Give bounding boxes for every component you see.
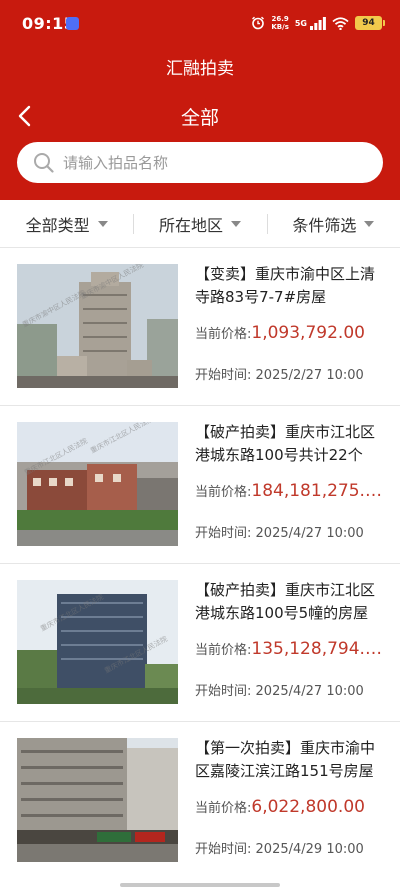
start-time-value: 2025/2/27 10:00 [255,368,364,383]
search-bar[interactable] [17,142,383,183]
status-icons: 26.9 KB/s 5G 94 [251,13,385,33]
list-item[interactable]: 【第一次拍卖】重庆市渝中区嘉陵江滨江路151号房屋 当前价格: 6,022,80… [0,722,400,880]
net-speed: 26.9 KB/s [271,15,288,31]
filter-region-label: 所在地区 [158,215,223,235]
item-thumbnail: 重庆市江北区人民法院 重庆市江北区人民法院 [17,422,178,546]
price-label: 当前价格: [195,643,252,658]
network-type: 5G [294,18,307,28]
item-title: 【第一次拍卖】重庆市渝中区嘉陵江滨江路151号房屋 [195,739,376,780]
home-indicator[interactable] [120,883,280,887]
item-title: 【变卖】重庆市渝中区上清寺路83号7-7#房屋 [195,265,376,306]
start-time-label: 开始时间: [195,684,252,699]
filter-type-label: 全部类型 [25,215,90,235]
item-thumbnail [17,738,178,862]
search-icon [33,152,55,174]
caret-down-icon [97,220,108,227]
search-input[interactable] [63,153,363,172]
item-title: 【破产拍卖】重庆市江北区港城东路100号共计22个 [195,423,376,464]
battery-icon: 94 [355,16,385,30]
net-speed-unit: KB/s [271,23,289,31]
item-thumbnail: 重庆市渝中区人民法院 重庆市渝中区人民法院 [17,264,178,388]
filter-type[interactable]: 全部类型 [0,200,133,247]
filter-bar: 全部类型 所在地区 条件筛选 [0,200,400,248]
caret-down-icon [364,220,375,227]
net-speed-value: 26.9 [271,15,289,23]
start-time-label: 开始时间: [195,842,252,857]
price-value: 184,181,275.00 [251,481,383,501]
caret-down-icon [231,220,241,227]
start-time-value: 2025/4/27 10:00 [255,526,364,541]
price-value: 135,128,794.00 [251,639,383,659]
price-value: 1,093,792.00 [251,323,365,343]
price-label: 当前价格: [195,801,252,816]
price-row: 当前价格: 1,093,792.00 [195,323,383,343]
page-title: 全部 [180,107,219,129]
start-time-row: 开始时间: 2025/2/27 10:00 [195,364,385,383]
start-time-row: 开始时间: 2025/4/27 10:00 [195,522,385,541]
price-label: 当前价格: [195,485,252,500]
auction-list: 重庆市渝中区人民法院 重庆市渝中区人民法院 【变卖】重庆市渝中区上清寺路83号7… [0,248,400,880]
item-thumbnail: 重庆市江北区人民法院 重庆市江北区人民法院 [17,580,178,704]
filter-region[interactable]: 所在地区 [133,200,266,247]
list-item[interactable]: 重庆市江北区人民法院 重庆市江北区人民法院 【破产拍卖】重庆市江北区港城东路10… [0,564,400,722]
header: 09:15 26.9 KB/s 5G 94 汇融拍卖 全部 [0,0,400,200]
price-row: 当前价格: 184,181,275.00 [195,481,383,501]
start-time-row: 开始时间: 2025/4/27 10:00 [195,680,385,699]
start-time-label: 开始时间: [195,526,252,541]
price-value: 6,022,800.00 [251,797,365,817]
app-title: 汇融拍卖 [166,59,234,79]
price-label: 当前价格: [195,327,252,342]
start-time-row: 开始时间: 2025/4/29 10:00 [195,838,385,857]
price-row: 当前价格: 135,128,794.00 [195,639,383,659]
filter-conditions[interactable]: 条件筛选 [266,200,400,247]
status-bar: 09:15 26.9 KB/s 5G 94 [0,0,400,46]
alarm-icon [251,16,265,30]
wifi-icon [332,16,349,30]
start-time-value: 2025/4/29 10:00 [255,842,364,857]
item-title: 【破产拍卖】重庆市江北区港城东路100号5幢的房屋 [195,581,376,622]
signal-icon [310,16,326,30]
list-item[interactable]: 重庆市江北区人民法院 重庆市江北区人民法院 【破产拍卖】重庆市江北区港城东路10… [0,406,400,564]
list-item[interactable]: 重庆市渝中区人民法院 重庆市渝中区人民法院 【变卖】重庆市渝中区上清寺路83号7… [0,248,400,406]
filter-conditions-label: 条件筛选 [292,215,357,235]
start-time-value: 2025/4/27 10:00 [255,684,364,699]
start-time-label: 开始时间: [195,368,252,383]
price-row: 当前价格: 6,022,800.00 [195,797,383,817]
app-notification-icon [66,17,79,30]
